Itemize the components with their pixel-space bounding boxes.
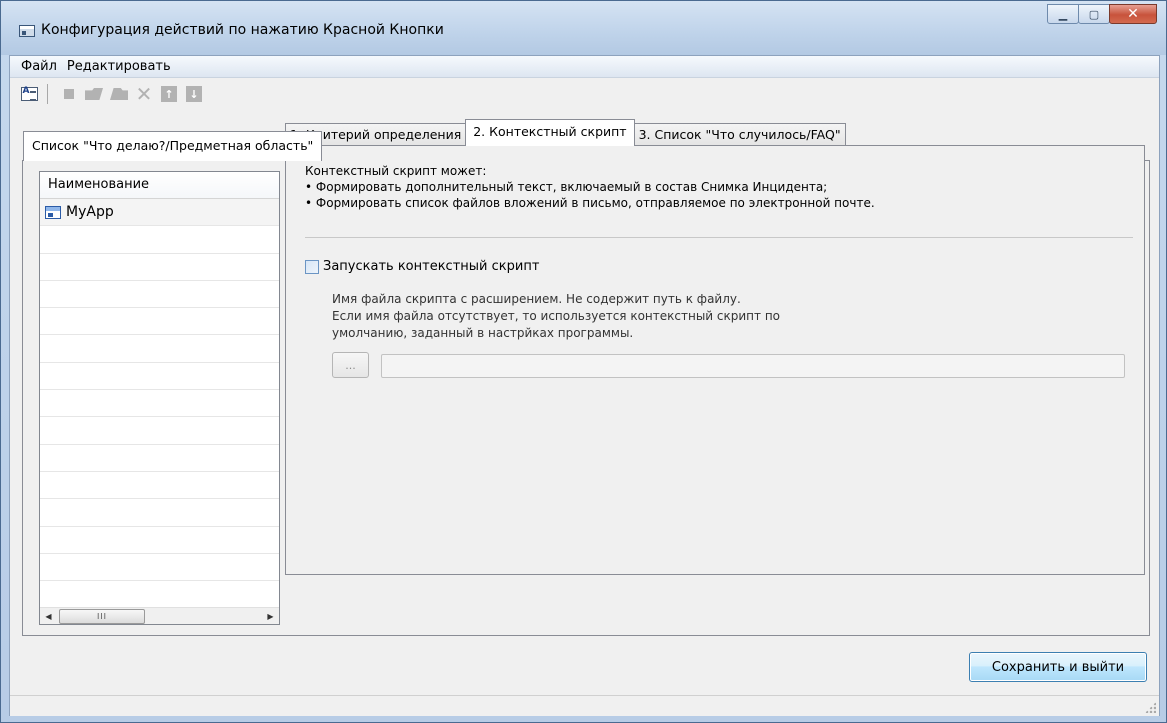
list-item[interactable]	[40, 390, 279, 418]
horizontal-scrollbar[interactable]: ◀ III ▶	[40, 607, 279, 624]
list-column-header[interactable]: Наименование	[40, 172, 279, 199]
description: Контекстный скрипт может: • Формировать …	[305, 163, 875, 211]
description-bullet: • Формировать список файлов вложений в п…	[305, 196, 875, 210]
script-path-field[interactable]	[381, 354, 1125, 378]
context-script-box: Контекстный скрипт может: • Формировать …	[285, 145, 1145, 575]
new-item-button[interactable]	[58, 83, 80, 105]
maximize-button[interactable]: ▢	[1078, 4, 1110, 24]
toolbar-separator	[47, 84, 48, 104]
divider	[305, 237, 1133, 238]
list-item[interactable]	[40, 554, 279, 582]
scroll-left-icon[interactable]: ◀	[40, 608, 57, 625]
status-bar	[10, 695, 1159, 716]
open-button[interactable]	[83, 83, 105, 105]
menu-file[interactable]: Файл	[16, 57, 62, 77]
maximize-icon: ▢	[1088, 7, 1100, 21]
save-and-exit-button[interactable]: Сохранить и выйти	[969, 652, 1147, 682]
move-down-button[interactable]: ↓	[183, 83, 205, 105]
minimize-button[interactable]: ▁	[1047, 4, 1079, 24]
list-item[interactable]	[40, 445, 279, 472]
list-item[interactable]	[40, 363, 279, 391]
browse-button[interactable]: ...	[332, 352, 369, 378]
description-bullet: • Формировать дополнительный текст, вклю…	[305, 180, 828, 194]
menu-bar: Файл Редактировать	[10, 56, 1159, 78]
close-button[interactable]: ✕	[1109, 4, 1157, 24]
list-rows: MyApp	[40, 199, 279, 609]
list-item[interactable]	[40, 281, 279, 309]
properties-button[interactable]	[18, 83, 40, 105]
move-down-icon: ↓	[186, 86, 202, 102]
run-script-checkbox-row[interactable]: Запускать контекстный скрипт	[305, 259, 539, 274]
items-list: Наименование MyApp ◀ III ▶	[39, 171, 280, 625]
hint-line: Имя файла скрипта с расширением. Не соде…	[332, 292, 741, 306]
details-tabs: 1. Критерий определения 2. Контекстный с…	[285, 119, 846, 146]
application-icon	[45, 205, 61, 219]
move-up-icon: ↑	[161, 86, 177, 102]
open-alt-icon	[110, 88, 128, 100]
title-bar[interactable]: Конфигурация действий по нажатию Красной…	[1, 1, 1166, 55]
tab-context-script[interactable]: 2. Контекстный скрипт	[465, 119, 635, 146]
list-item[interactable]	[40, 335, 279, 363]
run-script-label: Запускать контекстный скрипт	[323, 259, 540, 274]
hint-line: умолчанию, заданный в настрйках программ…	[332, 326, 634, 340]
properties-icon	[20, 86, 38, 101]
list-item[interactable]	[40, 308, 279, 336]
context-script-pane: Контекстный скрипт может: • Формировать …	[285, 145, 1156, 575]
list-item[interactable]: MyApp	[40, 199, 279, 227]
tab-activity-list[interactable]: Список "Что делаю?/Предметная область"	[23, 131, 323, 161]
window-title: Конфигурация действий по нажатию Красной…	[41, 22, 444, 38]
list-item[interactable]	[40, 499, 279, 527]
menu-edit[interactable]: Редактировать	[62, 57, 176, 77]
window-controls: ▁ ▢ ✕	[1047, 4, 1157, 24]
script-filename-hint: Имя файла скрипта с расширением. Не соде…	[332, 291, 780, 342]
list-item[interactable]	[40, 581, 279, 609]
list-item[interactable]	[40, 254, 279, 281]
run-script-checkbox[interactable]	[305, 259, 319, 274]
delete-icon: ✕	[135, 82, 153, 106]
delete-button[interactable]: ✕	[133, 83, 155, 105]
app-window: Конфигурация действий по нажатию Красной…	[0, 0, 1167, 723]
list-item-label: MyApp	[66, 204, 114, 221]
resize-grip-icon[interactable]	[1145, 702, 1156, 713]
scroll-right-icon[interactable]: ▶	[262, 608, 279, 625]
client-area: Файл Редактировать ✕ ↑ ↓ Список "Что дел…	[9, 55, 1160, 716]
list-item[interactable]	[40, 417, 279, 445]
open-icon	[85, 88, 103, 100]
tab-faq-list[interactable]: 3. Список "Что случилось/FAQ"	[633, 123, 846, 146]
minimize-icon: ▁	[1058, 7, 1068, 21]
open-alt-button[interactable]	[108, 83, 130, 105]
scroll-thumb[interactable]: III	[59, 608, 145, 624]
list-item[interactable]	[40, 226, 279, 254]
description-intro: Контекстный скрипт может:	[305, 164, 487, 178]
move-up-button[interactable]: ↑	[158, 83, 180, 105]
list-item[interactable]	[40, 472, 279, 500]
toolbar: ✕ ↑ ↓	[10, 79, 1159, 109]
app-icon	[19, 25, 35, 37]
new-item-icon	[64, 89, 74, 99]
list-item[interactable]	[40, 527, 279, 554]
close-icon: ✕	[1127, 6, 1139, 22]
hint-line: Если имя файла отсутствует, то используе…	[332, 309, 781, 323]
